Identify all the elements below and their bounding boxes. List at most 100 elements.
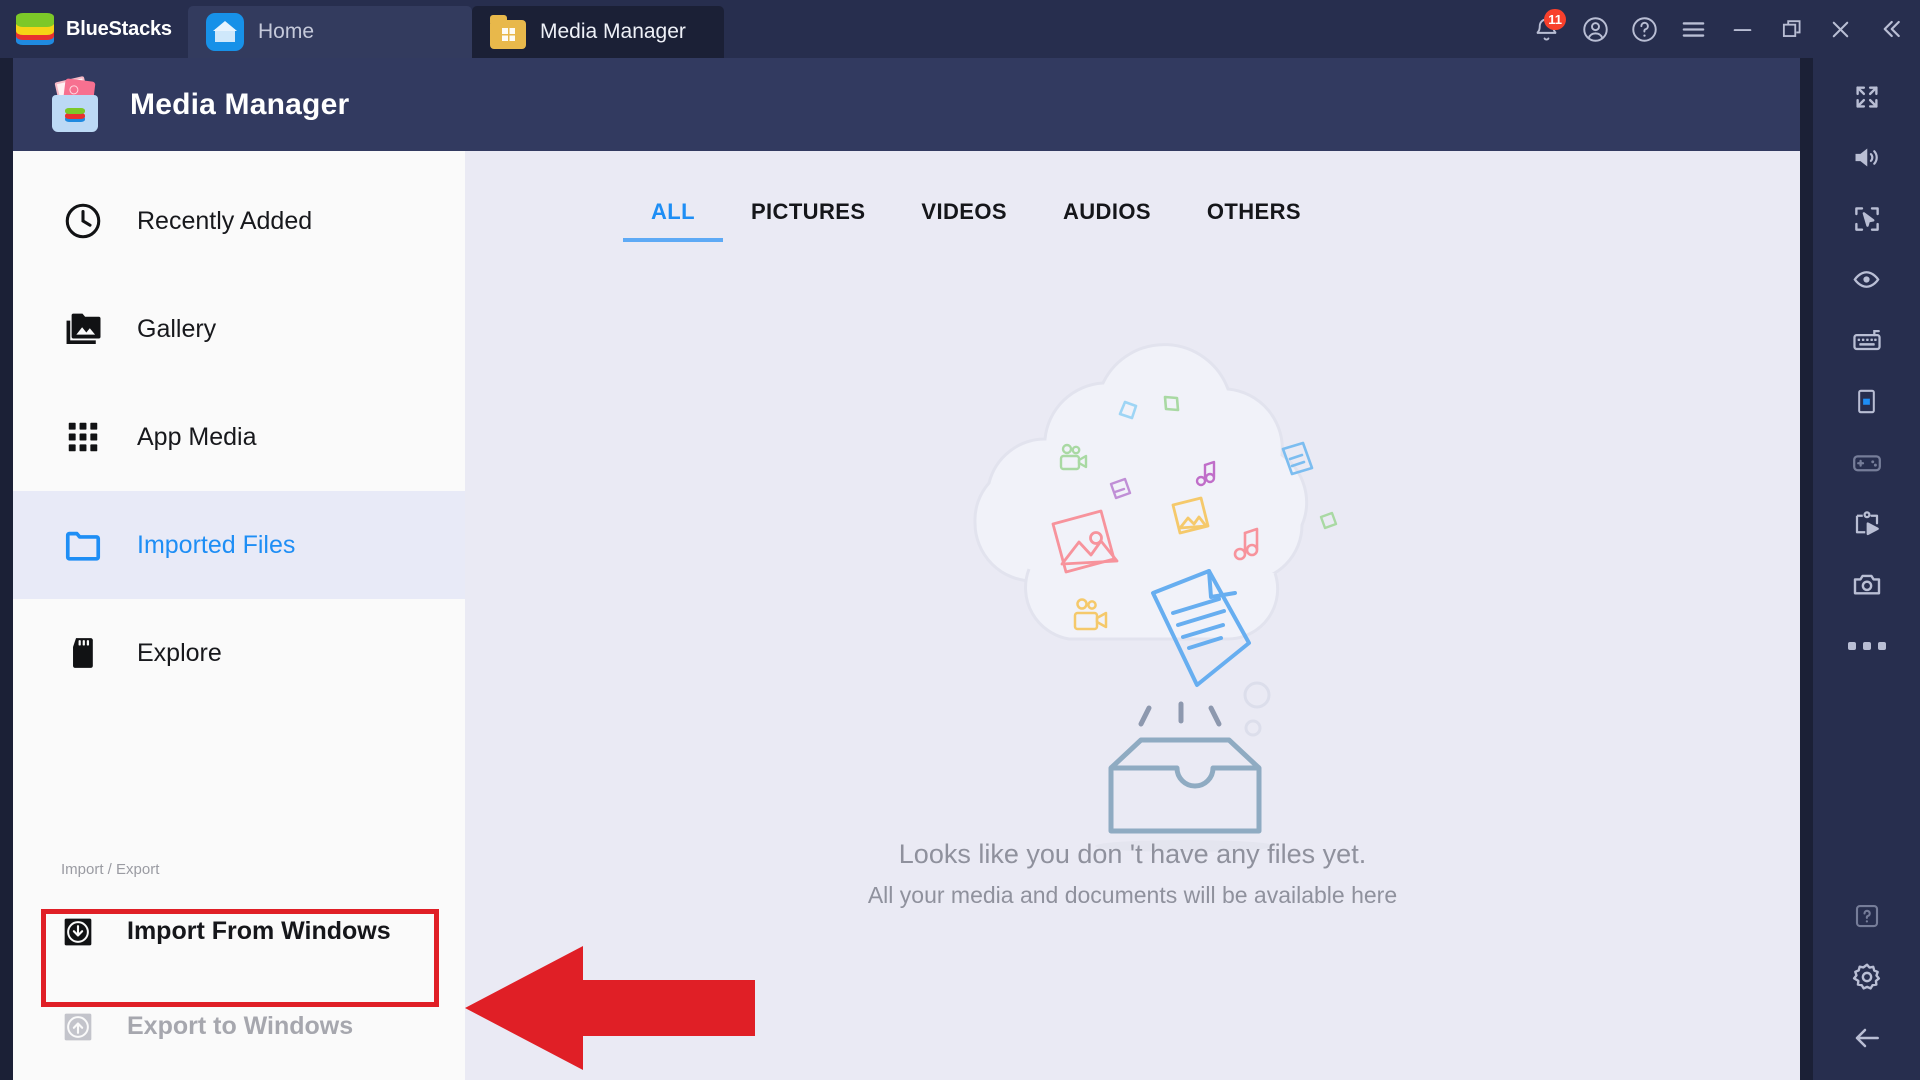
sidebar-item-imported-files[interactable]: Imported Files	[13, 491, 465, 599]
tab-all-label: ALL	[651, 199, 695, 224]
question-help-icon	[1855, 904, 1878, 927]
macro-play-icon	[1855, 510, 1879, 535]
collapse-chevrons-icon	[1883, 20, 1900, 38]
cloud-with-files-over-tray-illustration	[972, 343, 1337, 852]
bluestacks-brand-label: BlueStacks	[66, 17, 172, 40]
import-export-section: Import / Export Import From Windows Expo…	[13, 861, 465, 1080]
eco-mode-button[interactable]	[1813, 249, 1920, 310]
import-from-windows-label: Import From Windows	[127, 917, 391, 945]
help-toolbar-button[interactable]	[1813, 885, 1920, 946]
media-folder-icon	[490, 15, 526, 49]
bluestacks-logo-icon	[16, 13, 54, 45]
sidebar-item-app-media-label: App Media	[137, 422, 257, 451]
import-export-section-title: Import / Export	[61, 861, 160, 878]
bluestacks-brand: BlueStacks	[0, 0, 188, 58]
close-icon	[1832, 21, 1849, 37]
account-icon	[1583, 16, 1608, 42]
keyboard-icon	[1852, 329, 1881, 350]
folder-icon	[61, 523, 105, 567]
home-icon	[206, 13, 244, 51]
collapse-button[interactable]	[1865, 0, 1914, 58]
volume-icon	[1855, 148, 1878, 167]
export-to-windows-button[interactable]: Export to Windows	[13, 979, 465, 1074]
notifications-button[interactable]: 11	[1522, 0, 1571, 58]
empty-state-line1: Looks like you don 't have any files yet…	[898, 839, 1367, 869]
tab-all[interactable]: ALL	[623, 199, 723, 242]
sidebar-item-explore[interactable]: Explore	[13, 599, 465, 707]
device-phone-icon	[1858, 389, 1875, 414]
help-button[interactable]	[1620, 0, 1669, 58]
tab-audios-label: AUDIOS	[1062, 199, 1151, 224]
bluestacks-window: BlueStacks Home Media Manager 11 Media M…	[0, 0, 1920, 1080]
import-down-icon	[61, 915, 95, 949]
sidebar-item-gallery-label: Gallery	[137, 314, 217, 343]
menu-button[interactable]	[1669, 0, 1718, 58]
window-tab-home-label: Home	[258, 20, 315, 43]
eye-eco-mode-icon	[1853, 271, 1880, 288]
tab-others[interactable]: OTHERS	[1179, 199, 1329, 242]
photo-library-icon	[61, 307, 105, 351]
cursor-frame-button[interactable]	[1813, 188, 1920, 249]
empty-state: Looks like you don 't have any files yet…	[465, 301, 1800, 909]
minimize-button[interactable]	[1718, 0, 1767, 58]
emulator-sidebar-toolbar	[1813, 58, 1920, 1080]
app-header: Media Manager	[13, 58, 1800, 151]
window-tab-media-manager-label: Media Manager	[540, 20, 686, 43]
app-body: Recently Added Gallery App Media Importe…	[13, 151, 1800, 1080]
window-titlebar: BlueStacks Home Media Manager 11	[0, 0, 1920, 58]
notifications-badge: 11	[1544, 9, 1566, 30]
device-button[interactable]	[1813, 371, 1920, 432]
minimize-icon	[1733, 28, 1752, 31]
clock-icon	[61, 199, 105, 243]
import-from-windows-button[interactable]: Import From Windows	[13, 884, 465, 979]
settings-gear-icon	[1852, 963, 1880, 990]
sidebar: Recently Added Gallery App Media Importe…	[13, 151, 465, 1080]
window-tab-media-manager[interactable]: Media Manager	[472, 6, 724, 58]
back-button[interactable]	[1813, 1007, 1920, 1068]
tab-videos[interactable]: VIDEOS	[893, 199, 1035, 242]
media-manager-app: Media Manager Recently Added Gallery App…	[13, 58, 1800, 1080]
export-to-windows-label: Export to Windows	[127, 1012, 354, 1040]
sidebar-item-recently-added-label: Recently Added	[137, 206, 313, 235]
tab-pictures-label: PICTURES	[750, 199, 866, 224]
sidebar-item-gallery[interactable]: Gallery	[13, 275, 465, 383]
sidebar-nav-list: Recently Added Gallery App Media Importe…	[13, 151, 465, 707]
gamepad-icon	[1852, 454, 1881, 471]
back-arrow-icon	[1855, 1028, 1879, 1047]
help-icon	[1632, 16, 1657, 42]
restore-icon	[1782, 20, 1801, 37]
window-tab-home[interactable]: Home	[188, 6, 472, 58]
fullscreen-icon	[1855, 85, 1878, 108]
close-button[interactable]	[1816, 0, 1865, 58]
settings-button[interactable]	[1813, 946, 1920, 1007]
maximize-button[interactable]	[1767, 0, 1816, 58]
empty-state-line2: All your media and documents will be ava…	[867, 882, 1398, 908]
grid-apps-icon	[61, 415, 105, 459]
more-dots-icon	[1847, 641, 1886, 650]
screenshot-button[interactable]	[1813, 554, 1920, 615]
macro-button[interactable]	[1813, 493, 1920, 554]
cursor-frame-icon	[1854, 206, 1879, 231]
fullscreen-button[interactable]	[1813, 66, 1920, 127]
media-manager-icon	[46, 75, 104, 133]
more-button[interactable]	[1813, 615, 1920, 676]
hamburger-menu-icon	[1682, 21, 1705, 37]
camera-screenshot-icon	[1853, 574, 1880, 594]
filter-tabs: ALL PICTURES VIDEOS AUDIOS OTHERS	[465, 151, 1800, 242]
sidebar-item-recently-added[interactable]: Recently Added	[13, 167, 465, 275]
sidebar-item-app-media[interactable]: App Media	[13, 383, 465, 491]
gamepad-button[interactable]	[1813, 432, 1920, 493]
sd-card-icon	[61, 631, 105, 675]
volume-button[interactable]	[1813, 127, 1920, 188]
tab-audios[interactable]: AUDIOS	[1035, 199, 1179, 242]
sidebar-item-explore-label: Explore	[137, 638, 222, 667]
keyboard-button[interactable]	[1813, 310, 1920, 371]
tab-pictures[interactable]: PICTURES	[723, 199, 893, 242]
sidebar-item-imported-files-label: Imported Files	[137, 530, 296, 559]
tab-videos-label: VIDEOS	[921, 199, 1007, 224]
account-button[interactable]	[1571, 0, 1620, 58]
export-up-icon	[61, 1010, 95, 1044]
page-title: Media Manager	[130, 87, 350, 121]
tab-others-label: OTHERS	[1206, 199, 1301, 224]
content-panel: ALL PICTURES VIDEOS AUDIOS OTHERS Looks …	[465, 151, 1800, 1080]
